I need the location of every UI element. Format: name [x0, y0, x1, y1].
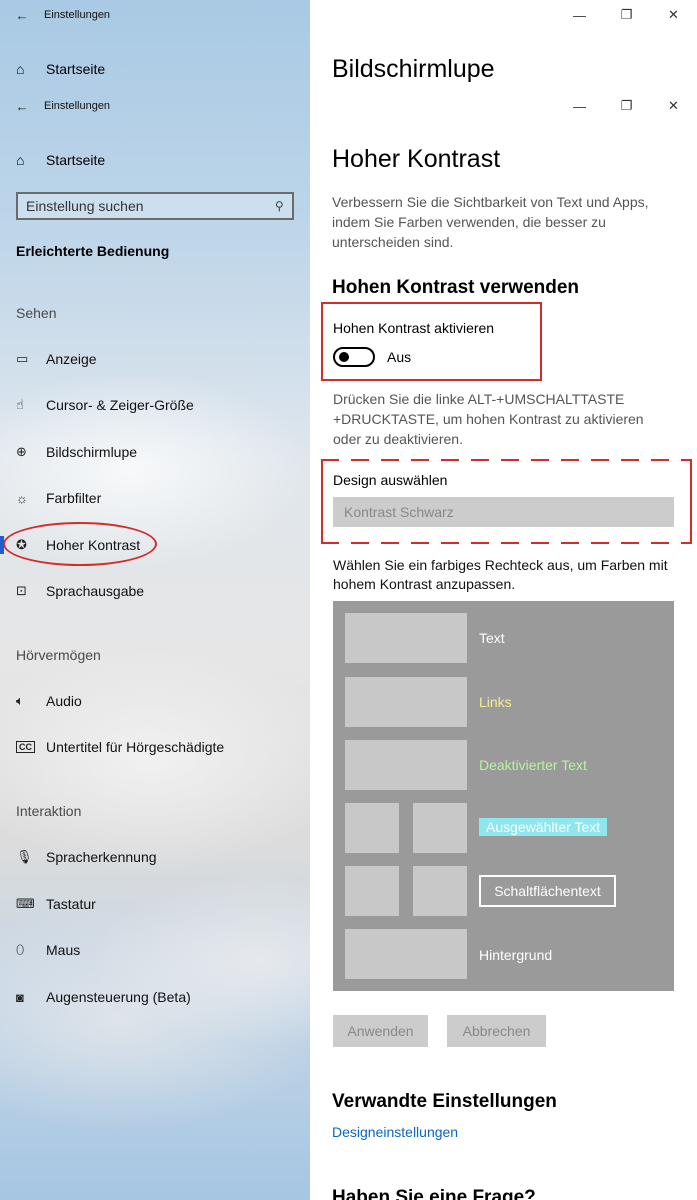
sidebar-item-label: Cursor- & Zeiger-Größe [46, 397, 194, 413]
home-label: Startseite [46, 152, 106, 168]
cancel-button[interactable]: Abbrechen [447, 1015, 546, 1047]
toggle-state: Aus [387, 349, 412, 365]
preview-text-label: Text [479, 630, 505, 646]
swatch-links[interactable] [345, 677, 467, 727]
minimize-icon[interactable]: — [556, 99, 603, 114]
group-label-interaktion: Interaktion [16, 803, 82, 819]
swatch-text[interactable] [345, 613, 467, 663]
sidebar-item-label: Untertitel für Hörgeschädigte [46, 739, 225, 755]
sidebar-item-label: Sprachausgabe [46, 583, 145, 599]
group-label-sehen: Sehen [16, 305, 57, 321]
window-title: Einstellungen [44, 100, 111, 112]
close-icon[interactable]: ✕ [650, 7, 697, 23]
sidebar-item-tastatur[interactable]: ⌨ Tastatur [0, 889, 310, 919]
window-title: Einstellungen [44, 9, 111, 21]
search-placeholder: Einstellung suchen [26, 198, 144, 214]
question-heading: Haben Sie eine Frage? [332, 1187, 536, 1200]
window-controls-back: — ❐ ✕ [556, 0, 697, 30]
preview-selected-label: Ausgewählter Text [479, 818, 608, 836]
page-description: Verbessern Sie die Sichtbarkeit von Text… [332, 194, 649, 250]
high-contrast-toggle[interactable] [333, 347, 375, 367]
title-bar: ← Einstellungen [0, 91, 310, 121]
main-content: — ❐ ✕ Bildschirmlupe — ❐ ✕ Hoher Kontras… [310, 0, 697, 1200]
sidebar-item-label: Tastatur [46, 896, 96, 912]
group-label-hoeren: Hörvermögen [16, 647, 101, 663]
sidebar-item-maus[interactable]: ⬯ Maus [0, 935, 310, 965]
sidebar-item-sprachausgabe[interactable]: ⊡ Sprachausgabe [0, 576, 310, 606]
swatch-button-bg[interactable] [413, 866, 467, 916]
keyboard-icon: ⌨ [16, 896, 35, 911]
apply-button[interactable]: Anwenden [333, 1015, 428, 1047]
speaker-icon: 🔈︎ [16, 693, 24, 708]
search-icon[interactable]: ⚲ [275, 199, 284, 213]
preview-disabled-label: Deaktivierter Text [479, 757, 587, 773]
preview-links-label: Links [479, 694, 512, 710]
minimize-icon[interactable]: — [556, 8, 603, 23]
microphone-icon: 🎙︎ [16, 849, 33, 864]
magnifier-icon: ⊕ [16, 444, 27, 459]
sidebar-home-back[interactable]: ⌂ Startseite [0, 54, 105, 84]
sidebar-item-label: Bildschirmlupe [46, 444, 138, 460]
page-title: Hoher Kontrast [332, 145, 501, 173]
sidebar-home[interactable]: ⌂ Startseite [0, 145, 105, 175]
sidebar-item-bildschirmlupe[interactable]: ⊕ Bildschirmlupe [0, 437, 310, 467]
swatch-selected-bg[interactable] [413, 803, 467, 853]
background-page-title: Bildschirmlupe [332, 55, 495, 83]
related-heading: Verwandte Einstellungen [332, 1091, 557, 1112]
narrator-icon: ⊡ [16, 583, 27, 598]
swatch-disabled[interactable] [345, 740, 467, 790]
home-icon: ⌂ [16, 61, 25, 77]
search-input[interactable]: Einstellung suchen ⚲ [16, 192, 294, 220]
section-title: Erleichterte Bedienung [16, 243, 170, 259]
sidebar-item-label: Anzeige [46, 351, 97, 367]
eye-control-icon: ◙ [16, 989, 24, 1005]
home-icon: ⌂ [16, 152, 25, 168]
annotation-ellipse [3, 522, 157, 566]
swatch-button-fg[interactable] [345, 866, 399, 916]
sidebar-item-anzeige[interactable]: ▭ Anzeige [0, 344, 310, 374]
sidebar-item-label: Augensteuerung (Beta) [46, 989, 191, 1005]
swatch-selected-fg[interactable] [345, 803, 399, 853]
annotation-box [321, 302, 542, 381]
design-select[interactable]: Kontrast Schwarz [333, 497, 674, 527]
window-controls: — ❐ ✕ [556, 91, 697, 121]
swatch-background[interactable] [345, 929, 467, 979]
design-settings-link[interactable]: Designeinstellungen [332, 1124, 458, 1140]
sidebar-item-label: Maus [46, 942, 81, 958]
sidebar-item-label: Farbfilter [46, 490, 102, 506]
sidebar-item-farbfilter[interactable]: ☼ Farbfilter [0, 483, 310, 513]
color-instruction: Wählen Sie ein farbiges Rechteck aus, um… [333, 557, 668, 592]
back-arrow-icon[interactable]: ← [0, 99, 44, 114]
sidebar-item-augensteuerung[interactable]: ◙ Augensteuerung (Beta) [0, 982, 310, 1012]
sidebar-item-untertitel[interactable]: CC Untertitel für Hörgeschädigte [0, 732, 310, 762]
title-bar-back: ← Einstellungen [0, 0, 310, 30]
cursor-icon: ☝ [16, 397, 24, 412]
sidebar-item-spracherkennung[interactable]: 🎙︎ Spracherkennung [0, 842, 310, 872]
toggle-label: Hohen Kontrast aktivieren [333, 320, 495, 336]
use-contrast-heading: Hohen Kontrast verwenden [332, 277, 580, 298]
back-arrow-icon[interactable]: ← [0, 8, 44, 23]
shortcut-hint: Drücken Sie die linke ALT-+UMSCHALTTASTE… [333, 391, 644, 447]
color-filter-icon: ☼ [16, 490, 28, 506]
design-label: Design auswählen [333, 472, 448, 488]
preview-background-label: Hintergrund [479, 947, 553, 963]
preview-button-label: Schaltflächentext [479, 875, 616, 907]
sidebar-item-audio[interactable]: 🔈︎ Audio [0, 686, 310, 716]
sidebar-item-label: Spracherkennung [46, 849, 157, 865]
contrast-preview: Text Links Deaktivierter Text Ausgewählt… [333, 601, 674, 991]
sidebar-item-label: Audio [46, 693, 82, 709]
sidebar-item-cursor[interactable]: ☝ Cursor- & Zeiger-Größe [0, 390, 310, 420]
display-icon: ▭ [16, 351, 29, 366]
home-label: Startseite [46, 61, 106, 77]
sidebar: ← Einstellungen ⌂ Startseite ← Einstellu… [0, 0, 310, 1200]
restore-icon[interactable]: ❐ [603, 7, 650, 23]
restore-icon[interactable]: ❐ [603, 98, 650, 114]
cc-icon: CC [16, 741, 46, 753]
close-icon[interactable]: ✕ [650, 98, 697, 114]
mouse-icon: ⬯ [16, 942, 25, 957]
